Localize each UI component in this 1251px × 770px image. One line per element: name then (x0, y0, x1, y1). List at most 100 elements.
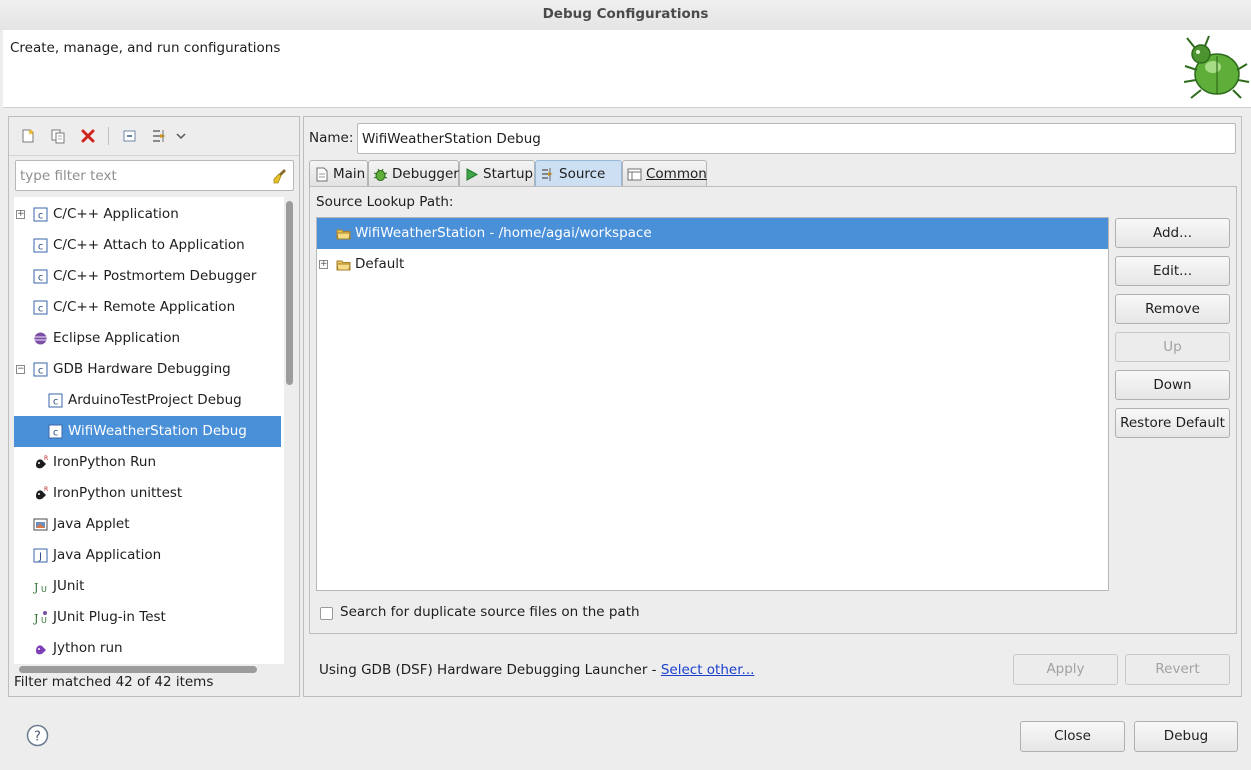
duplicate-configuration-button[interactable] (47, 125, 69, 147)
tab-common[interactable]: Common (622, 160, 707, 186)
tab-debugger[interactable]: Debugger (368, 160, 459, 186)
configuration-list-panel: + c C/C++ Application c C/C++ Attach to Appl… (8, 116, 300, 697)
tree-item-label: C/C++ Application (53, 206, 179, 222)
tree-item[interactable]: + c C/C++ Application (14, 199, 281, 230)
filter-input[interactable] (18, 163, 266, 188)
tree-item[interactable]: Jython run (14, 633, 281, 664)
tab-main[interactable]: Main (309, 160, 368, 186)
debugger-tab-icon (373, 167, 388, 181)
c-app-icon: c (33, 362, 48, 377)
tree-item[interactable]: Eclipse Application (14, 323, 281, 354)
svg-text:J: J (33, 612, 38, 625)
filter-field[interactable] (15, 160, 294, 191)
source-lookup-label: Source Lookup Path: (316, 194, 454, 210)
duplicate-icon (51, 129, 65, 144)
expand-icon[interactable]: + (16, 210, 25, 219)
collapse-all-button[interactable] (119, 125, 141, 147)
tab-label: Debugger (392, 165, 459, 182)
svg-text:c: c (37, 242, 43, 253)
startup-tab-icon (464, 167, 479, 181)
vertical-scroll-thumb[interactable] (286, 201, 293, 385)
common-tab-icon (627, 167, 642, 181)
source-tab-content: Source Lookup Path: WifiWeatherStation -… (309, 186, 1237, 634)
remove-button[interactable]: Remove (1115, 294, 1230, 324)
c-app-icon: c (48, 424, 63, 439)
duplicate-search-checkbox[interactable] (320, 607, 333, 620)
tree-item-label: Jython run (53, 640, 123, 656)
launcher-text: Using GDB (DSF) Hardware Debugging Launc… (319, 662, 661, 678)
source-lookup-list[interactable]: WifiWeatherStation - /home/agai/workspac… (316, 217, 1109, 591)
svg-text:c: c (52, 428, 58, 439)
debug-button[interactable]: Debug (1134, 721, 1238, 752)
delete-configuration-button[interactable] (77, 125, 99, 147)
tab-label: Common (646, 165, 707, 182)
view-menu-button[interactable] (174, 125, 188, 147)
tree-item[interactable]: J Java Application (14, 540, 281, 571)
edit-button[interactable]: Edit... (1115, 256, 1230, 286)
tab-startup[interactable]: Startup (459, 160, 535, 186)
duplicate-search-label: Search for duplicate source files on the… (340, 604, 640, 620)
tree-item-label: Java Application (53, 547, 162, 563)
junit-plugin-icon: JU (33, 610, 48, 625)
new-configuration-button[interactable] (17, 125, 39, 147)
source-entry-label: Default (355, 256, 405, 272)
svg-text:R: R (44, 486, 48, 493)
source-lookup-entry[interactable]: WifiWeatherStation - /home/agai/workspac… (317, 218, 1108, 249)
tree-item[interactable]: c C/C++ Remote Application (14, 292, 281, 323)
tree-item[interactable]: Java Applet (14, 509, 281, 540)
eclipse-icon (33, 331, 48, 346)
up-button[interactable]: Up (1115, 332, 1230, 362)
python-icon: R (33, 455, 48, 470)
filter-status-text: Filter matched 42 of 42 items (14, 674, 214, 690)
folder-icon (336, 226, 351, 241)
c-app-icon: c (33, 207, 48, 222)
header-banner: Create, manage, and run configurations (3, 30, 1251, 108)
svg-text:U: U (41, 616, 47, 625)
tree-item-label: Java Applet (53, 516, 130, 532)
folder-icon (336, 257, 351, 272)
apply-button[interactable]: Apply (1013, 654, 1118, 685)
configuration-tree[interactable]: + c C/C++ Application c C/C++ Attach to Appl… (14, 197, 295, 664)
horizontal-scroll-thumb[interactable] (19, 666, 257, 673)
svg-text:c: c (37, 304, 43, 315)
launcher-info: Using GDB (DSF) Hardware Debugging Launc… (319, 662, 754, 678)
select-other-link[interactable]: Select other... (661, 662, 755, 678)
chevron-down-icon (176, 133, 186, 140)
collapse-icon[interactable]: − (16, 365, 25, 374)
tree-item[interactable]: R IronPython Run (14, 447, 281, 478)
svg-text:J: J (33, 581, 38, 594)
filter-configurations-button[interactable] (149, 125, 171, 147)
tab-label: Startup (483, 165, 534, 182)
add-button[interactable]: Add... (1115, 218, 1230, 248)
svg-text:?: ? (34, 730, 41, 745)
tree-item[interactable]: R IronPython unittest (14, 478, 281, 509)
c-app-icon: c (33, 238, 48, 253)
tab-label: Main (333, 165, 366, 182)
delete-icon (81, 129, 95, 143)
down-button[interactable]: Down (1115, 370, 1230, 400)
tree-item[interactable]: c C/C++ Attach to Application (14, 230, 281, 261)
jython-icon (33, 641, 48, 656)
tree-item-label: JUnit (53, 578, 85, 594)
tab-source[interactable]: Source (535, 160, 622, 186)
banner-message: Create, manage, and run configurations (10, 40, 281, 56)
tree-item[interactable]: c C/C++ Postmortem Debugger (14, 261, 281, 292)
close-button[interactable]: Close (1020, 721, 1125, 752)
revert-button[interactable]: Revert (1125, 654, 1230, 685)
help-icon[interactable]: ? (26, 724, 49, 747)
configuration-name-input[interactable] (357, 123, 1236, 154)
tree-item[interactable]: − c GDB Hardware Debugging (14, 354, 281, 385)
restore-default-button[interactable]: Restore Default (1115, 408, 1230, 438)
tree-item-label: ArduinoTestProject Debug (68, 392, 242, 408)
source-lookup-entry[interactable]: + Default (317, 249, 1108, 280)
tree-item[interactable]: c ArduinoTestProject Debug (14, 385, 281, 416)
tree-item[interactable]: J U JUnit (14, 571, 281, 602)
window-title: Debug Configurations (0, 0, 1251, 30)
debug-bug-icon (1183, 35, 1250, 99)
tree-item-label: Eclipse Application (53, 330, 181, 346)
tree-item[interactable]: J U JUnit Plug-in Test (14, 602, 281, 633)
tree-item[interactable]: c WifiWeatherStation Debug (14, 416, 281, 447)
c-app-icon: c (48, 393, 63, 408)
expand-icon[interactable]: + (319, 260, 328, 269)
clear-filter-broom-icon[interactable] (272, 167, 290, 185)
